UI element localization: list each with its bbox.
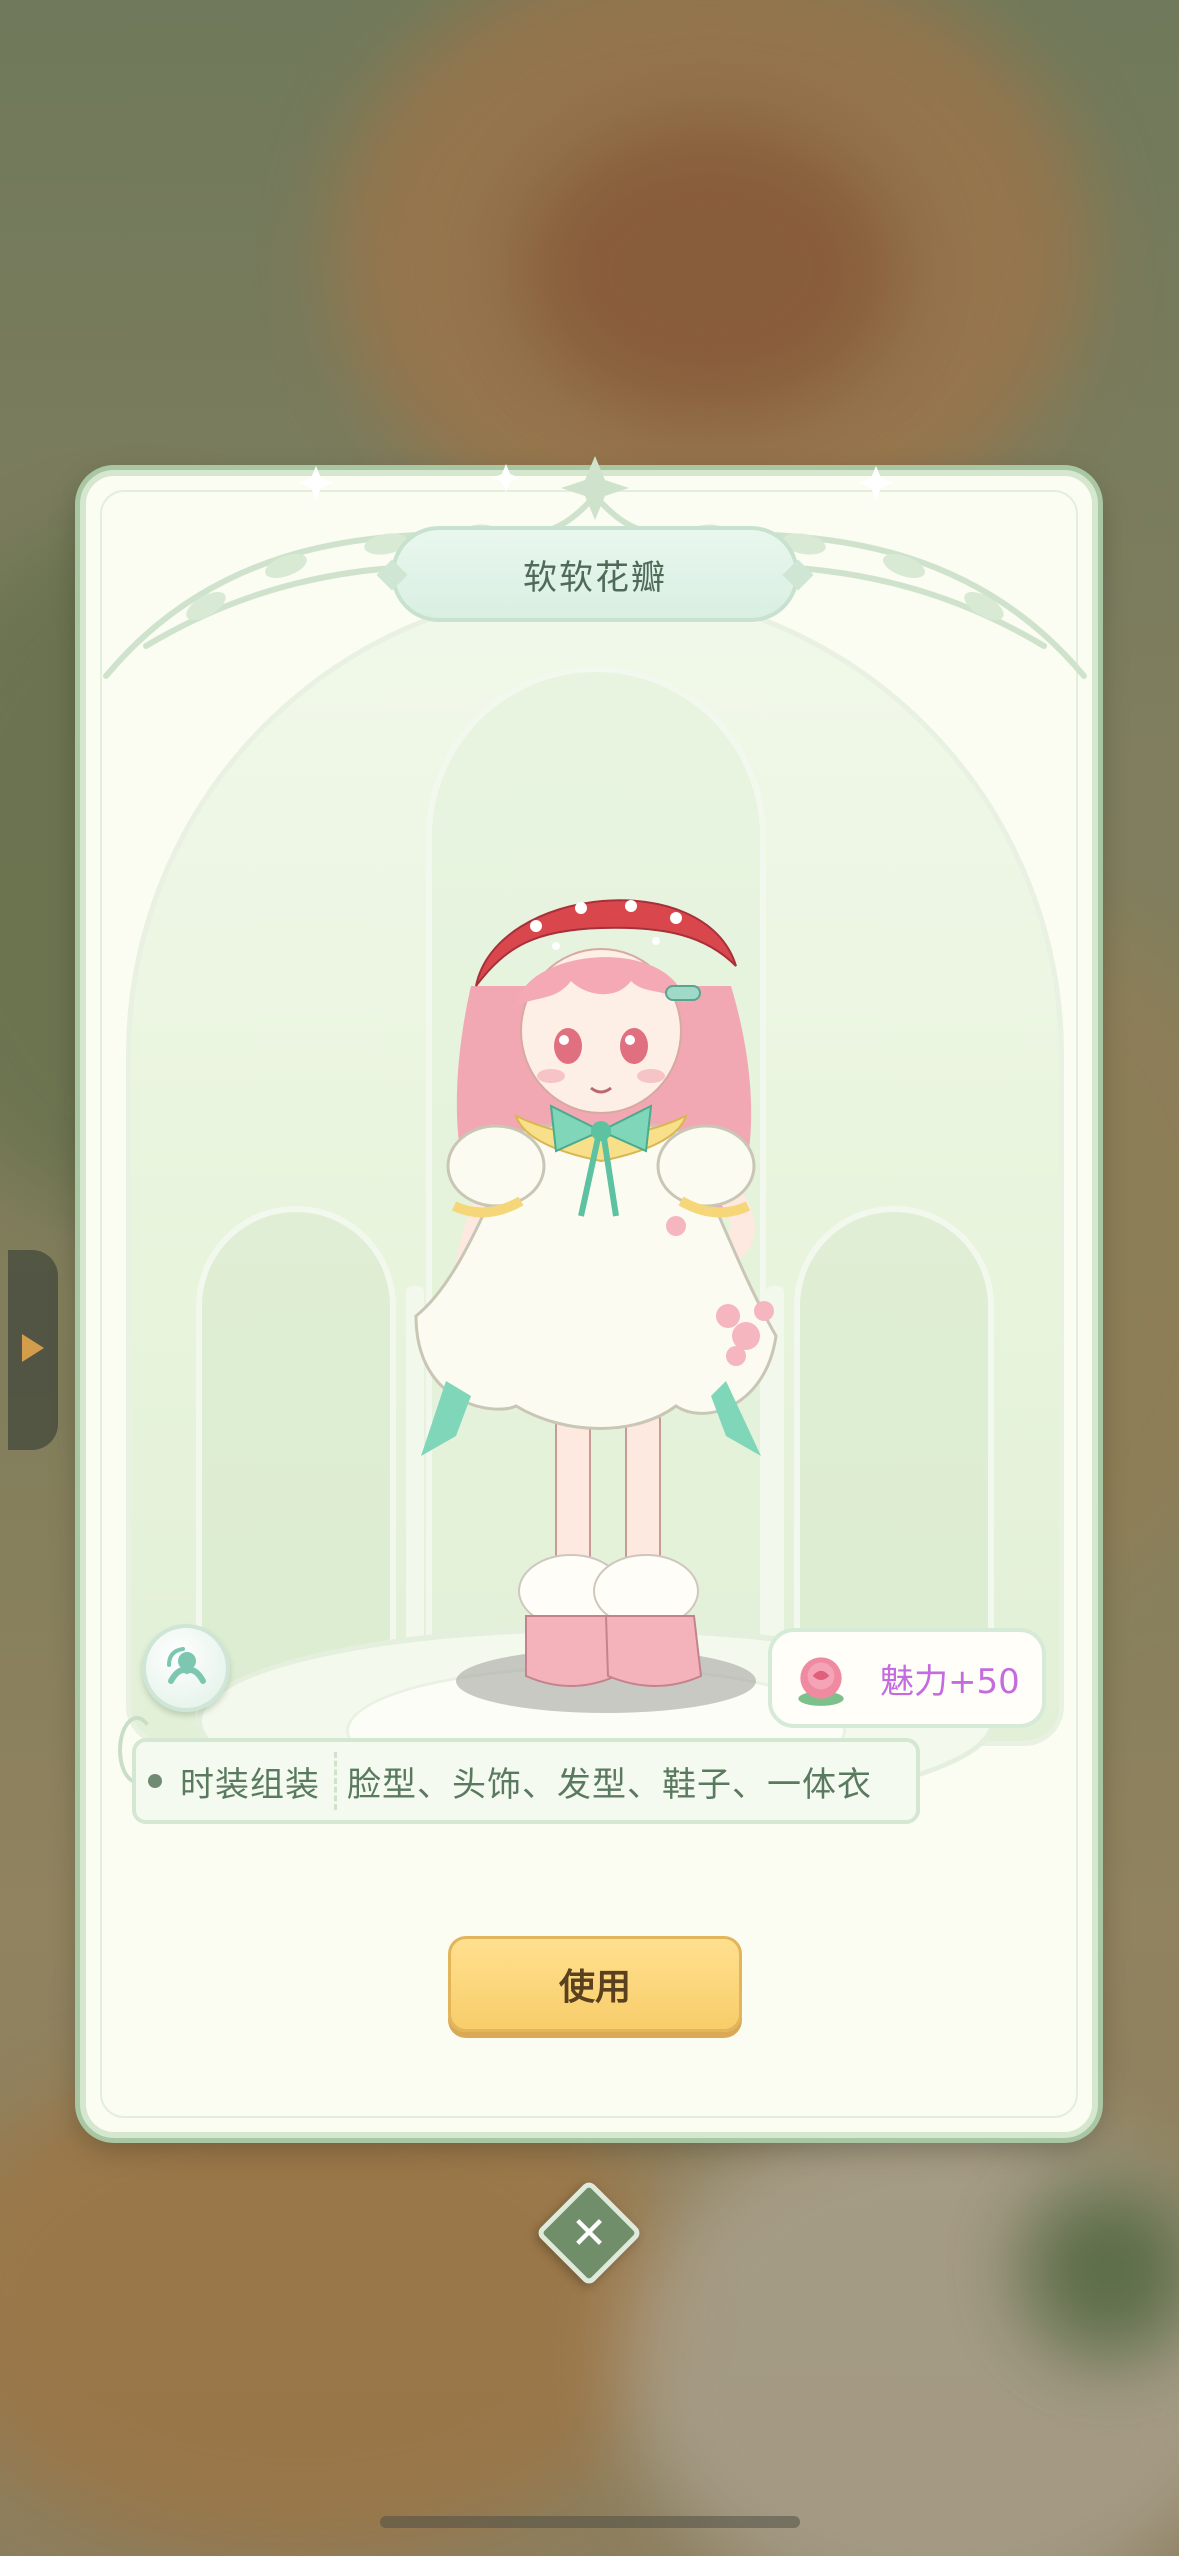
divider (334, 1752, 337, 1810)
tag-dot (148, 1774, 162, 1788)
pose-toggle-button[interactable] (142, 1624, 230, 1712)
use-button-label: 使用 (558, 1967, 631, 2008)
outfit-set-row: 时装组装 脸型、头饰、发型、鞋子、一体衣 (132, 1738, 920, 1824)
side-arrow-icon (22, 1334, 44, 1362)
home-indicator[interactable] (380, 2516, 800, 2528)
outfit-title-plate: 软软花瓣 (391, 526, 799, 622)
charm-badge: 魅力+50 (768, 1628, 1046, 1728)
side-drawer-tab[interactable] (8, 1250, 58, 1450)
outfit-card: 软软花瓣 魅力+50 时装组装 脸型、头饰、发型、鞋子、一体衣 使用 (80, 456, 1098, 2138)
pose-toggle-icon (167, 1647, 206, 1684)
close-icon[interactable]: ✕ (551, 2195, 627, 2271)
outfit-title: 软软花瓣 (523, 557, 667, 598)
charm-value: 魅力+50 (880, 1661, 1020, 1702)
use-button[interactable]: 使用 (448, 1936, 742, 2032)
character-illustration (414, 899, 778, 1713)
set-items: 脸型、头饰、发型、鞋子、一体衣 (347, 1764, 872, 1805)
set-label: 时装组装 (180, 1764, 320, 1805)
rose-icon (798, 1657, 844, 1706)
